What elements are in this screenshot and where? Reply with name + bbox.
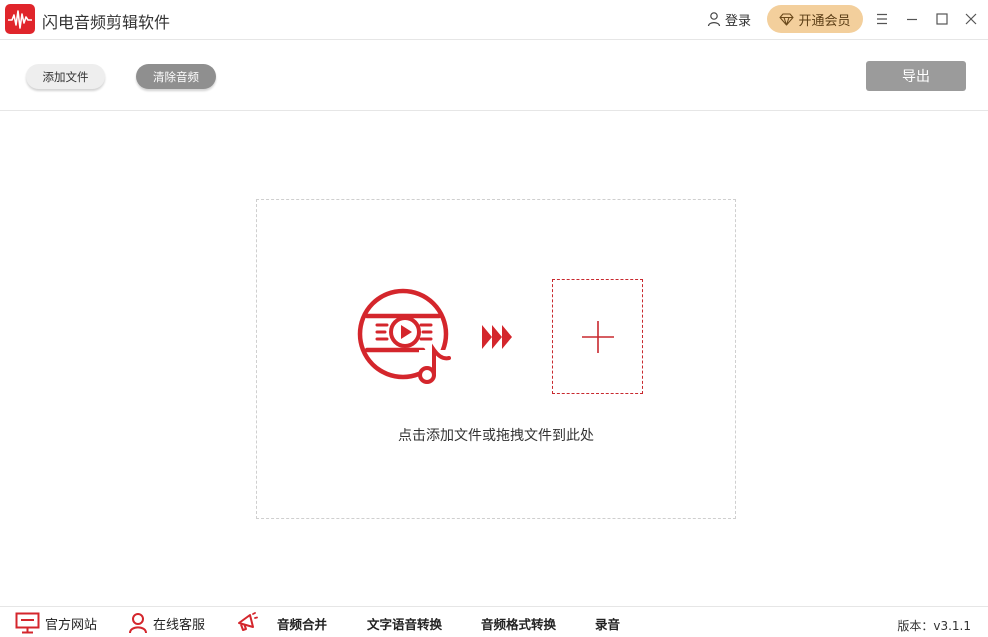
close-icon[interactable] bbox=[962, 10, 980, 28]
footer-item-label: 在线客服 bbox=[153, 617, 206, 633]
title-bar: 闪电音频剪辑软件 登录 开通会员 bbox=[0, 0, 988, 40]
add-file-box[interactable] bbox=[552, 279, 643, 394]
version-label: 版本：v3.1.1 bbox=[897, 619, 971, 633]
monitor-icon bbox=[15, 612, 40, 634]
app-logo-icon bbox=[5, 4, 35, 34]
file-drop-zone[interactable]: 点击添加文件或拖拽文件到此处 bbox=[256, 199, 736, 519]
vip-label: 开通会员 bbox=[798, 13, 851, 29]
menu-icon[interactable] bbox=[873, 10, 891, 28]
drop-hint-text: 点击添加文件或拖拽文件到此处 bbox=[398, 428, 594, 444]
user-icon bbox=[707, 12, 721, 27]
clear-audio-button[interactable]: 清除音频 bbox=[136, 64, 216, 89]
export-button[interactable]: 导出 bbox=[866, 61, 966, 91]
maximize-icon[interactable] bbox=[933, 10, 951, 28]
vip-button[interactable]: 开通会员 bbox=[767, 5, 863, 33]
video-music-icon bbox=[357, 288, 455, 386]
footer-audio-merge[interactable]: 音频合并 bbox=[236, 612, 328, 633]
add-file-button[interactable]: 添加文件 bbox=[26, 64, 105, 89]
footer-format-convert[interactable]: 音频格式转换 bbox=[481, 613, 556, 633]
login-label: 登录 bbox=[725, 13, 752, 29]
footer-text-to-speech[interactable]: 文字语音转换 bbox=[367, 613, 442, 633]
footer-official-site[interactable]: 官方网站 bbox=[15, 612, 98, 634]
footer-online-service[interactable]: 在线客服 bbox=[128, 613, 206, 634]
footer-item-label: 音频合并 bbox=[277, 616, 328, 632]
app-title: 闪电音频剪辑软件 bbox=[42, 13, 171, 32]
plus-icon bbox=[582, 321, 614, 353]
footer-item-label: 官方网站 bbox=[45, 617, 98, 633]
forward-arrows-icon bbox=[482, 325, 512, 349]
minimize-icon[interactable] bbox=[903, 10, 921, 28]
footer-record[interactable]: 录音 bbox=[595, 613, 620, 633]
user-service-icon bbox=[129, 613, 147, 634]
app-window: 闪电音频剪辑软件 登录 开通会员 添加文件 清除音频 导出 点击添加文件或拖拽文… bbox=[0, 0, 988, 637]
login-button[interactable]: 登录 bbox=[706, 8, 751, 30]
footer-bar: 官方网站 在线客服 音频合并 文字语音转换 音频格式转换 录音 版本：v3.1.… bbox=[0, 606, 988, 637]
diamond-icon bbox=[779, 12, 795, 26]
megaphone-icon bbox=[238, 612, 258, 631]
toolbar: 添加文件 清除音频 导出 bbox=[0, 41, 988, 111]
